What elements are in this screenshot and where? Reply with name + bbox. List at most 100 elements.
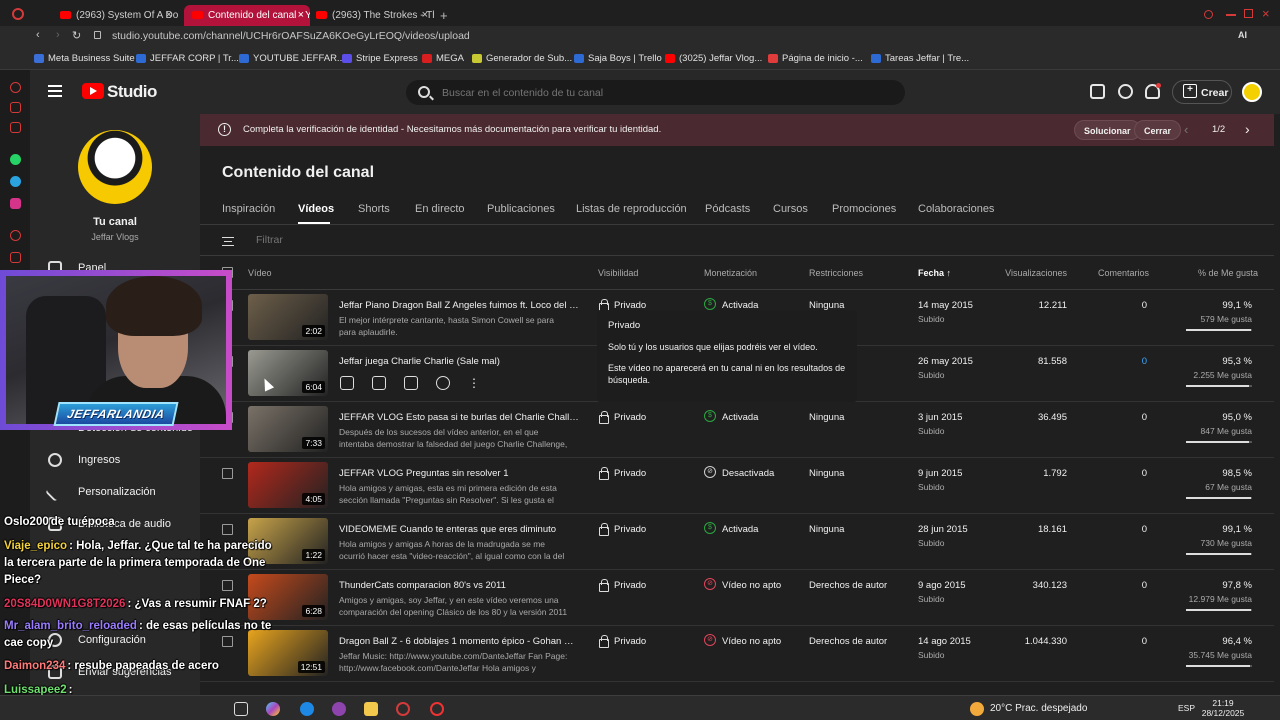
video-title[interactable]: VIDEOMEME Cuando te enteras que eres dim…: [339, 524, 579, 535]
chevron-right-icon[interactable]: ›: [1245, 121, 1250, 137]
site-info-icon[interactable]: [94, 31, 101, 39]
create-button[interactable]: Crear: [1172, 80, 1232, 104]
rail-icon[interactable]: [10, 230, 21, 241]
visibility-cell[interactable]: Privado: [598, 579, 646, 592]
new-tab-button[interactable]: +: [440, 8, 448, 23]
rail-icon[interactable]: [10, 82, 21, 93]
tab-inspiration[interactable]: Inspiración: [222, 203, 275, 215]
video-title[interactable]: Jeffar Piano Dragon Ball Z Angeles fuimo…: [339, 300, 579, 311]
instagram-icon[interactable]: [10, 198, 21, 209]
help-icon[interactable]: [1118, 84, 1133, 99]
sidebar-item-earn[interactable]: Ingresos: [48, 453, 120, 472]
back-icon[interactable]: ‹: [36, 29, 40, 41]
app-icon[interactable]: [332, 702, 346, 716]
video-thumbnail[interactable]: 6:04: [248, 350, 328, 396]
bookmark-item[interactable]: Saja Boys | Trello: [574, 53, 662, 64]
comments-icon[interactable]: [404, 376, 418, 390]
video-thumbnail[interactable]: 7:33: [248, 406, 328, 452]
bookmark-item[interactable]: (3025) Jeffar Vlog...: [665, 53, 762, 64]
resolve-button[interactable]: Solucionar: [1074, 120, 1141, 140]
window-close-icon[interactable]: ×: [1262, 6, 1270, 21]
close-icon[interactable]: ×: [298, 9, 304, 21]
url-field[interactable]: studio.youtube.com/channel/UCHr6rOAFSuZA…: [112, 30, 470, 42]
search-icon[interactable]: [418, 86, 430, 98]
rail-icon[interactable]: [10, 252, 21, 263]
bookmark-item[interactable]: JEFFAR CORP | Tr...: [136, 53, 239, 64]
tab-podcasts[interactable]: Pódcasts: [705, 203, 750, 215]
channel-avatar[interactable]: [78, 130, 152, 204]
reload-icon[interactable]: ↻: [72, 29, 81, 42]
copilot-icon[interactable]: [266, 702, 280, 716]
opera-icon[interactable]: [396, 702, 410, 716]
visibility-cell[interactable]: Privado: [598, 411, 646, 424]
rail-icon[interactable]: [10, 102, 21, 113]
bookmark-item[interactable]: Tareas Jeffar | Tre...: [871, 53, 969, 64]
tab-courses[interactable]: Cursos: [773, 203, 808, 215]
edge-icon[interactable]: [300, 702, 314, 716]
tab-shorts[interactable]: Shorts: [358, 203, 390, 215]
tab-collaborations[interactable]: Colaboraciones: [918, 203, 994, 215]
table-row[interactable]: 12:51 Dragon Ball Z - 6 doblajes 1 moment…: [200, 626, 1274, 682]
task-view-icon[interactable]: [234, 702, 248, 716]
close-banner-button[interactable]: Cerrar: [1134, 120, 1182, 140]
filter-icon[interactable]: [222, 237, 234, 246]
tab-live[interactable]: En directo: [415, 203, 465, 215]
monetization-cell[interactable]: ⊘ Vídeo no apto: [704, 634, 781, 647]
search-tabs-icon[interactable]: [1204, 10, 1213, 19]
messages-icon[interactable]: [1090, 84, 1105, 99]
file-explorer-icon[interactable]: [364, 702, 378, 716]
table-row[interactable]: 6:28 ThunderCats comparacion 80's vs 2011…: [200, 570, 1274, 626]
more-options-icon[interactable]: ⋮: [468, 376, 482, 390]
monetization-cell[interactable]: ⊘ Vídeo no apto: [704, 578, 781, 591]
tab-promotions[interactable]: Promociones: [832, 203, 896, 215]
video-thumbnail[interactable]: 4:05: [248, 462, 328, 508]
chevron-left-icon[interactable]: ‹: [1184, 122, 1188, 137]
tab-videos[interactable]: Vídeos: [298, 203, 334, 215]
browser-tab-1[interactable]: (2963) System Of A Down×: [52, 5, 178, 27]
rail-icon[interactable]: [10, 122, 21, 133]
bookmark-item[interactable]: YOUTUBE JEFFAR...: [239, 53, 345, 64]
column-header-date[interactable]: Fecha ↑: [918, 268, 951, 278]
row-checkbox[interactable]: [222, 468, 233, 479]
sidebar-item-customization[interactable]: Personalización: [45, 482, 156, 504]
minimize-icon[interactable]: [1226, 14, 1236, 16]
video-title[interactable]: Dragon Ball Z - 6 doblajes 1 momento épi…: [339, 636, 579, 647]
bookmark-item[interactable]: Generador de Sub...: [472, 53, 572, 64]
video-thumbnail[interactable]: 2:02: [248, 294, 328, 340]
table-row[interactable]: 1:22 VIDEOMEME Cuando te enteras que eres…: [200, 514, 1274, 570]
monetization-cell[interactable]: ⊘ Desactivada: [704, 466, 774, 479]
browser-tab-3[interactable]: (2963) The Strokes - The ×: [308, 5, 434, 27]
filter-input[interactable]: [256, 234, 556, 246]
analytics-icon[interactable]: [372, 376, 386, 390]
visibility-cell[interactable]: Privado: [598, 467, 646, 480]
youtube-logo-icon[interactable]: [82, 83, 104, 99]
obs-icon[interactable]: [430, 702, 444, 716]
tab-playlists[interactable]: Listas de reproducción: [576, 203, 687, 215]
monetization-cell[interactable]: $ Activada: [704, 522, 758, 535]
language-indicator[interactable]: ESP: [1178, 703, 1195, 713]
tab-posts[interactable]: Publicaciones: [487, 203, 555, 215]
bookmark-item[interactable]: Meta Business Suite: [34, 53, 135, 64]
browser-tab-2[interactable]: Contenido del canal - You×: [184, 5, 310, 27]
monetization-icon[interactable]: [436, 376, 450, 390]
studio-logo[interactable]: Studio: [107, 82, 157, 102]
video-title[interactable]: ThunderCats comparacion 80's vs 2011: [339, 580, 579, 591]
bookmark-item[interactable]: Stripe Express: [342, 53, 418, 64]
ai-icon[interactable]: AI: [1238, 30, 1247, 40]
bookmark-item[interactable]: MEGA: [422, 53, 464, 64]
browser-logo-icon[interactable]: [12, 8, 24, 20]
close-icon[interactable]: ×: [166, 9, 172, 21]
video-title[interactable]: JEFFAR VLOG Preguntas sin resolver 1: [339, 468, 579, 479]
table-row[interactable]: 7:33 JEFFAR VLOG Esto pasa si te burlas d…: [200, 402, 1274, 458]
clock[interactable]: 21:19 28/12/2025: [1200, 698, 1246, 718]
whatsapp-icon[interactable]: [10, 154, 21, 165]
avatar[interactable]: [1242, 82, 1262, 102]
video-title[interactable]: JEFFAR VLOG Esto pasa si te burlas del C…: [339, 412, 579, 423]
close-icon[interactable]: ×: [422, 9, 428, 21]
weather-text[interactable]: 20°C Prac. despejado: [990, 703, 1087, 714]
bookmark-item[interactable]: Página de inicio -...: [768, 53, 863, 64]
visibility-cell[interactable]: Privado: [598, 635, 646, 648]
edit-icon[interactable]: [340, 376, 354, 390]
search-input[interactable]: [442, 82, 882, 103]
monetization-cell[interactable]: $ Activada: [704, 410, 758, 423]
